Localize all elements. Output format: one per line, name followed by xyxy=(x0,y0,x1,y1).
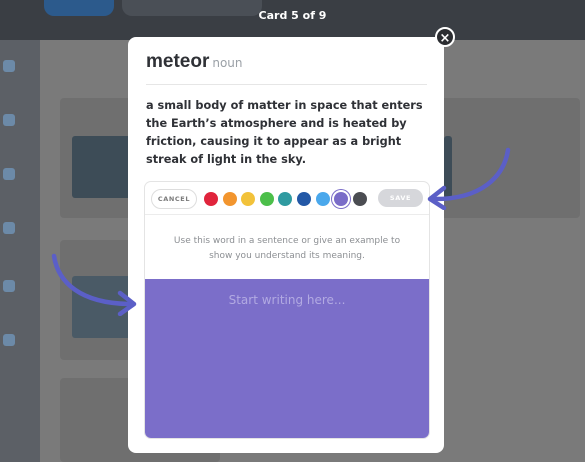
curved-arrow-right-icon xyxy=(51,253,137,316)
color-swatch[interactable] xyxy=(222,192,237,206)
curved-arrow-left-icon xyxy=(427,147,511,210)
color-swatch[interactable] xyxy=(241,192,256,206)
background-sidebar-icon xyxy=(3,222,15,234)
vocab-word: meteor xyxy=(146,51,210,72)
color-swatch[interactable] xyxy=(204,192,218,206)
editor-toolbar: CANCEL SAVE xyxy=(145,182,429,215)
writing-input[interactable] xyxy=(145,279,429,438)
color-swatch[interactable] xyxy=(297,192,311,206)
divider xyxy=(146,84,427,85)
writing-prompt: Use this word in a sentence or give an e… xyxy=(173,236,401,261)
color-swatch[interactable] xyxy=(259,192,274,206)
background-sidebar-icon xyxy=(3,60,15,72)
save-button[interactable]: SAVE xyxy=(378,189,423,207)
color-swatch[interactable] xyxy=(334,192,349,206)
background-sidebar-icon xyxy=(3,114,15,126)
close-button[interactable]: × xyxy=(435,27,455,47)
response-panel: CANCEL SAVE Use this word in a sentence … xyxy=(145,182,429,438)
word-definition: a small body of matter in space that ent… xyxy=(146,99,423,166)
close-icon: × xyxy=(439,31,451,46)
background-sidebar xyxy=(0,40,40,462)
part-of-speech: noun xyxy=(212,56,243,70)
card-counter: Card 5 of 9 xyxy=(258,9,327,22)
background-sidebar-icon xyxy=(3,334,15,346)
color-swatch[interactable] xyxy=(278,192,293,206)
color-swatch[interactable] xyxy=(315,192,330,206)
word-heading: meteor noun xyxy=(146,51,243,73)
background-sidebar-icon xyxy=(3,168,15,180)
cancel-button[interactable]: CANCEL xyxy=(151,189,197,209)
background-sidebar-icon xyxy=(3,280,15,292)
color-swatch[interactable] xyxy=(352,192,367,206)
